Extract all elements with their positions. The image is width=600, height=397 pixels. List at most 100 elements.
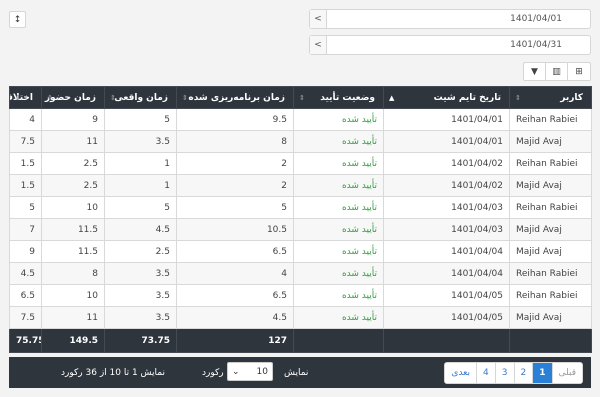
cell-diff: 4	[9, 108, 42, 131]
cell-user: Reihan Rabiei	[509, 152, 592, 175]
cell-planned: 8	[176, 130, 294, 153]
cell-date: 1401/04/02	[383, 152, 510, 175]
col-header-diff[interactable]: اختلاف⇕	[9, 86, 42, 109]
table-row[interactable]: Majid Avaj 1401/04/05 تأیید شده 4.5 3.5 11 7.5	[9, 306, 592, 329]
col-header-status[interactable]: وضعیت تأیید ⇕	[293, 86, 384, 109]
cell-actual: 1	[104, 152, 177, 175]
sort-icon: ⇕	[515, 93, 521, 102]
cell-actual: 2.5	[104, 240, 177, 263]
table-row[interactable]: Majid Avaj 1401/04/03 تأیید شده 10.5 4.5 11.5…	[9, 218, 592, 241]
cell-user: Majid Avaj	[509, 130, 592, 153]
cell-presence: 11.5	[41, 240, 105, 263]
cell-actual: 3.5	[104, 262, 177, 285]
show-label: نمایش	[284, 368, 309, 378]
cell-status: تأیید شده	[293, 306, 384, 329]
table-header-row: کاربر ⇕ تاریخ تایم شیت ▲ وضعیت تأیید ⇕ زمان…	[9, 86, 592, 109]
table-row[interactable]: Reihan Rabiei 1401/04/03 تأیید شده 5 5 10 5	[9, 196, 592, 219]
cell-status: تأیید شده	[293, 130, 384, 153]
col-header-date[interactable]: تاریخ تایم شیت ▲	[383, 86, 510, 109]
page-button[interactable]: 3	[494, 363, 514, 383]
cell-diff: 6.5	[9, 284, 42, 307]
table-row[interactable]: Reihan Rabiei 1401/04/04 تأیید شده 4 3.5 8 4.5	[9, 262, 592, 285]
cell-presence: 2.5	[41, 152, 105, 175]
next-page-button[interactable]: بعدی	[445, 363, 477, 383]
cell-actual: 4.5	[104, 218, 177, 241]
table-row[interactable]: Reihan Rabiei 1401/04/01 تأیید شده 9.5 5 9 4	[9, 108, 592, 131]
col-header-actual[interactable]: زمان واقعی ⇕	[104, 86, 177, 109]
cell-user: Majid Avaj	[509, 306, 592, 329]
cell-diff: 5	[9, 196, 42, 219]
cell-date: 1401/04/05	[383, 284, 510, 307]
cell-diff: 7.5	[9, 130, 42, 153]
filter-icon[interactable]: ▼	[524, 63, 546, 80]
to-date-field[interactable]: <	[309, 35, 591, 55]
cell-user: Majid Avaj	[509, 218, 592, 241]
cell-presence: 9	[41, 108, 105, 131]
table-row[interactable]: Reihan Rabiei 1401/04/05 تأیید شده 6.5 3.5 10…	[9, 284, 592, 307]
pagination: قبلی 1 2 3 4 بعدی	[444, 362, 583, 384]
sort-icon: ⇕	[182, 93, 188, 102]
cell-presence: 8	[41, 262, 105, 285]
page-button[interactable]: 4	[476, 363, 495, 383]
page-size-value: 10	[256, 366, 268, 377]
table-row[interactable]: Majid Avaj 1401/04/02 تأیید شده 2 1 2.5 1.5	[9, 174, 592, 197]
cell-actual: 3.5	[104, 284, 177, 307]
columns-icon[interactable]: ▥	[546, 63, 568, 80]
table-row[interactable]: Majid Avaj 1401/04/04 تأیید شده 6.5 2.5 11.5 9	[9, 240, 592, 263]
cell-diff: 7.5	[9, 306, 42, 329]
total-status	[293, 328, 384, 353]
sort-icon: ⇕	[299, 93, 305, 102]
cell-actual: 3.5	[104, 306, 177, 329]
to-date-input[interactable]	[327, 36, 590, 54]
cell-status: تأیید شده	[293, 174, 384, 197]
cell-status: تأیید شده	[293, 108, 384, 131]
cell-diff: 4.5	[9, 262, 42, 285]
total-user	[509, 328, 592, 353]
page-button[interactable]: 2	[513, 363, 533, 383]
totals-row: 127 73.75 149.5 75.75	[9, 328, 592, 353]
total-planned: 127	[176, 328, 294, 353]
cell-presence: 10	[41, 284, 105, 307]
cell-date: 1401/04/02	[383, 174, 510, 197]
page-button[interactable]: 1	[532, 363, 552, 383]
col-header-presence[interactable]: زمان حضور ⇕	[41, 86, 105, 109]
total-diff: 75.75	[9, 328, 42, 353]
cell-planned: 6.5	[176, 240, 294, 263]
cell-status: تأیید شده	[293, 284, 384, 307]
cell-actual: 1	[104, 174, 177, 197]
cell-diff: 7	[9, 218, 42, 241]
cell-planned: 4	[176, 262, 294, 285]
timesheet-table: کاربر ⇕ تاریخ تایم شیت ▲ وضعیت تأیید ⇕ زمان…	[9, 86, 592, 353]
sort-icon[interactable]: ↕	[9, 11, 26, 28]
cell-date: 1401/04/04	[383, 240, 510, 263]
table-row[interactable]: Majid Avaj 1401/04/01 تأیید شده 8 3.5 11 7.5	[9, 130, 592, 153]
cell-user: Majid Avaj	[509, 174, 592, 197]
export-excel-icon[interactable]: ⊞	[568, 63, 590, 80]
pagination-info: نمایش 1 تا 10 از 36 رکورد	[61, 368, 165, 378]
chevron-left-icon[interactable]: <	[310, 10, 327, 28]
cell-actual: 5	[104, 196, 177, 219]
from-date-field[interactable]: <	[309, 9, 591, 29]
table-row[interactable]: Reihan Rabiei 1401/04/02 تأیید شده 2 1 2.5 1.5	[9, 152, 592, 175]
from-date-input[interactable]	[327, 10, 590, 28]
prev-page-button[interactable]: قبلی	[551, 363, 582, 383]
total-date	[383, 328, 510, 353]
chevron-left-icon[interactable]: <	[310, 36, 327, 54]
cell-planned: 2	[176, 152, 294, 175]
cell-date: 1401/04/03	[383, 218, 510, 241]
cell-planned: 6.5	[176, 284, 294, 307]
cell-date: 1401/04/01	[383, 130, 510, 153]
cell-presence: 11	[41, 130, 105, 153]
page-size-select[interactable]: ⌄ 10	[227, 362, 273, 381]
cell-presence: 11.5	[41, 218, 105, 241]
col-header-user[interactable]: کاربر ⇕	[509, 86, 592, 109]
col-header-planned[interactable]: زمان برنامه‌ریزی شده ⇕	[176, 86, 294, 109]
cell-user: Reihan Rabiei	[509, 262, 592, 285]
cell-date: 1401/04/03	[383, 196, 510, 219]
sort-icon: ⇕	[15, 93, 21, 102]
cell-status: تأیید شده	[293, 218, 384, 241]
cell-user: Reihan Rabiei	[509, 196, 592, 219]
chevron-down-icon: ⌄	[232, 366, 240, 377]
cell-presence: 2.5	[41, 174, 105, 197]
cell-actual: 5	[104, 108, 177, 131]
